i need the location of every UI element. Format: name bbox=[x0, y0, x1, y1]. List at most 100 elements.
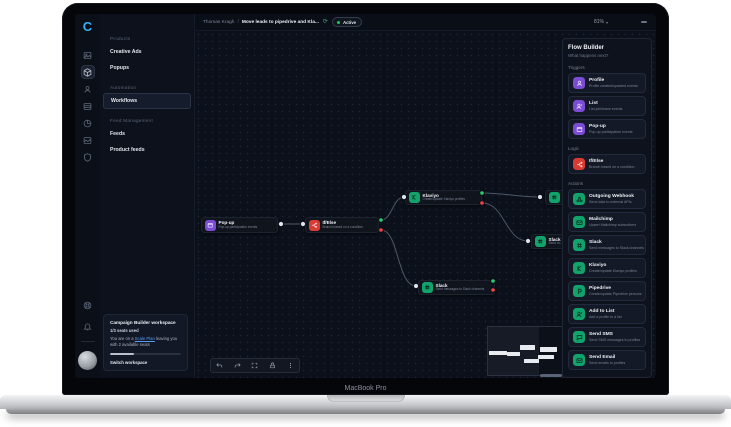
canvas-toolbar bbox=[210, 358, 300, 373]
device-label: MacBook Pro bbox=[344, 385, 387, 392]
status-badge[interactable]: Active bbox=[331, 17, 362, 27]
action-card-send-sms[interactable]: Send SMS Send SMS messages to profiles bbox=[568, 327, 646, 347]
klaviyo-node-icon bbox=[408, 192, 420, 203]
laptop-base-edge bbox=[6, 409, 725, 414]
action-card-outgoing-webhook[interactable]: Outgoing Webhook Send data to external AP… bbox=[568, 189, 646, 209]
user-add-icon bbox=[573, 308, 585, 320]
seats-progress-fill bbox=[110, 352, 135, 355]
sync-icon[interactable]: ⟳ bbox=[323, 19, 328, 25]
card-title: Profile bbox=[589, 77, 605, 83]
sidebar-section-automation: Automation bbox=[110, 85, 137, 90]
support-icon[interactable] bbox=[82, 299, 94, 311]
minimap[interactable] bbox=[487, 326, 565, 376]
logic-card-ifelse[interactable]: If/Else Branch based on a condition bbox=[568, 154, 646, 174]
panel-subtitle: What happens next? bbox=[568, 53, 609, 58]
action-card-send-email[interactable]: Send Email Send emails to profiles bbox=[568, 350, 646, 370]
laptop-notch bbox=[326, 395, 405, 402]
node-subtitle: Send m... bbox=[548, 241, 563, 246]
app-logo[interactable]: C bbox=[75, 20, 100, 34]
analytics-icon[interactable] bbox=[81, 116, 95, 130]
rail-divider bbox=[80, 341, 95, 342]
node-slack-bottom[interactable]: Slack Send messages to Slack channels bbox=[418, 280, 495, 295]
trigger-card-list[interactable]: List List join/leave events bbox=[568, 96, 646, 116]
fit-view-icon[interactable] bbox=[250, 361, 259, 370]
laptop-screen: C Products Creative Ads Popups Automatio… bbox=[62, 3, 669, 395]
popup-node-icon bbox=[204, 219, 216, 231]
macbook-mockup: C Products Creative Ads Popups Automatio… bbox=[0, 0, 731, 427]
card-subtitle: Branch based on a condition bbox=[589, 164, 635, 169]
sidebar-section-products: Products bbox=[110, 36, 131, 41]
sidebar-item-feeds[interactable]: Feeds bbox=[100, 126, 194, 142]
card-title: Mailchimp bbox=[589, 216, 613, 222]
pipedrive-icon bbox=[573, 285, 585, 297]
node-ifelse[interactable]: If/Else Branch based on a condition bbox=[305, 217, 379, 233]
popup-icon bbox=[573, 123, 585, 135]
workflows-icon[interactable] bbox=[80, 65, 95, 79]
undo-icon[interactable] bbox=[215, 361, 224, 370]
action-card-klaviyo[interactable]: Klaviyo Create/update Klaviyo profiles bbox=[568, 258, 646, 278]
lock-icon[interactable] bbox=[268, 361, 277, 370]
app-window: C Products Creative Ads Popups Automatio… bbox=[75, 14, 656, 378]
sidebar-section-feed-management: Feed Management bbox=[110, 118, 154, 123]
minimap-node bbox=[538, 355, 554, 359]
workspace-card: Campaign Builder workspace 1/3 seats use… bbox=[103, 314, 188, 371]
minimap-node bbox=[520, 345, 535, 350]
card-subtitle: List join/leave events bbox=[589, 106, 623, 111]
slack-node-icon bbox=[421, 282, 433, 293]
more-options-icon[interactable] bbox=[286, 361, 295, 370]
audience-icon[interactable] bbox=[81, 82, 95, 96]
card-title: Add to List bbox=[589, 308, 615, 314]
node-klaviyo[interactable]: Klaviyo Create/update Klaviyo profiles bbox=[405, 190, 482, 205]
node-subtitle: Pop-up participation events bbox=[218, 224, 258, 229]
action-card-slack[interactable]: Slack Send messages to Slack channels bbox=[568, 235, 646, 255]
card-title: If/Else bbox=[589, 158, 604, 164]
plan-prefix: You are on a bbox=[110, 335, 135, 341]
card-title: Pipedrive bbox=[589, 285, 612, 291]
chat-icon bbox=[573, 331, 585, 343]
node-popup[interactable]: Pop-up Pop-up participation events bbox=[201, 217, 278, 233]
switch-workspace-button[interactable]: Switch workspace bbox=[110, 360, 181, 365]
horizontal-scrollbar[interactable] bbox=[540, 374, 562, 377]
trigger-card-profile[interactable]: Profile Profile created/updated events bbox=[568, 73, 646, 93]
notifications-icon[interactable] bbox=[82, 320, 94, 332]
sidebar-item-popups[interactable]: Popups bbox=[100, 60, 194, 76]
breadcrumb-separator: / bbox=[237, 19, 239, 25]
card-title: Klaviyo bbox=[589, 262, 607, 268]
node-subtitle: Branch based on a condition bbox=[322, 224, 363, 229]
seats-progress-bar bbox=[110, 352, 181, 355]
sidebar-item-creative-ads[interactable]: Creative Ads bbox=[100, 44, 194, 60]
feeds-icon[interactable] bbox=[81, 99, 95, 113]
flow-builder-panel: Flow Builder What happens next? Triggers… bbox=[562, 38, 652, 378]
media-icon[interactable] bbox=[81, 133, 95, 147]
action-card-pipedrive[interactable]: Pipedrive Create/update Pipedrive persons bbox=[568, 281, 646, 301]
panel-title: Flow Builder bbox=[568, 45, 604, 51]
card-title: Send Email bbox=[589, 354, 616, 360]
minimap-node bbox=[540, 347, 557, 352]
user-avatar[interactable] bbox=[78, 351, 97, 370]
creative-ads-icon[interactable] bbox=[81, 48, 95, 62]
workspace-title: Campaign Builder workspace bbox=[110, 320, 176, 325]
card-title: List bbox=[589, 100, 598, 106]
trigger-card-popup[interactable]: Pop-up Pop-up participation events bbox=[568, 119, 646, 139]
card-subtitle: Pop-up participation events bbox=[589, 129, 633, 134]
zoom-level-value: 81% bbox=[593, 19, 604, 25]
sidebar-item-product-feeds[interactable]: Product feeds bbox=[100, 142, 194, 158]
action-card-add-to-list[interactable]: Add to List Add a profile to a list bbox=[568, 304, 646, 324]
redo-icon[interactable] bbox=[233, 361, 242, 370]
status-dot-icon bbox=[337, 20, 341, 24]
node-subtitle: Send messages to Slack channels bbox=[435, 287, 485, 292]
breadcrumb-user[interactable]: Thomas Kragh bbox=[203, 20, 234, 25]
scale-plan-link[interactable]: Scale Plan bbox=[135, 336, 155, 341]
sidebar-item-workflows[interactable]: Workflows bbox=[103, 93, 191, 109]
zoom-level-control[interactable]: 81% ▾ bbox=[594, 19, 608, 25]
card-subtitle: Send data to external APIs bbox=[589, 199, 632, 204]
security-icon[interactable] bbox=[81, 150, 95, 164]
card-subtitle: Profile created/updated events bbox=[589, 83, 638, 88]
mail-icon bbox=[573, 216, 585, 228]
action-card-mailchimp[interactable]: Mailchimp Upsert Mailchimp subscribers bbox=[568, 212, 646, 232]
card-subtitle: Send SMS messages to profiles bbox=[589, 337, 641, 342]
collapse-icon[interactable] bbox=[641, 21, 647, 23]
user-plus-icon bbox=[573, 100, 585, 112]
section-actions: Actions bbox=[568, 181, 584, 186]
breadcrumb-flow-title[interactable]: Move leads to pipedrive and Kla... bbox=[242, 20, 319, 25]
